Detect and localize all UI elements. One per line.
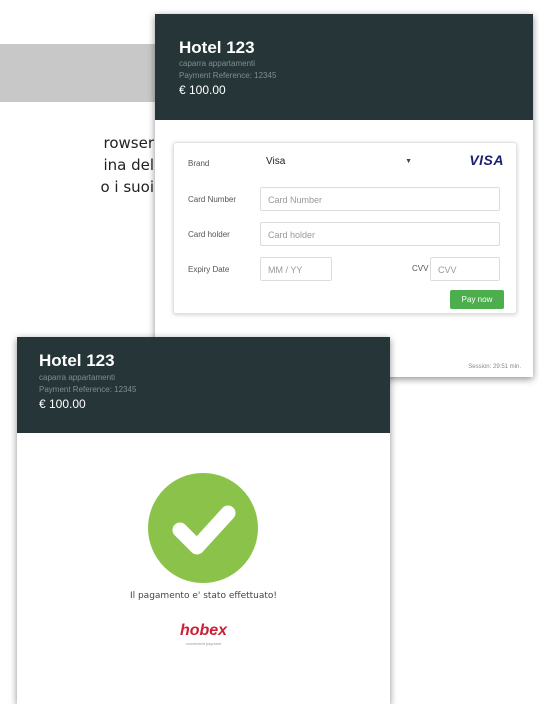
background-line: ina del bbox=[103, 156, 154, 174]
background-line: o i suoi bbox=[100, 178, 154, 196]
success-message: Il pagamento e' stato effettuato! bbox=[129, 591, 278, 601]
payment-description: caparra appartamenti bbox=[39, 373, 116, 382]
success-check-icon bbox=[148, 473, 258, 583]
hotel-name: Hotel 123 bbox=[39, 351, 115, 370]
brand-select[interactable]: Visa ▼ bbox=[260, 151, 420, 173]
expiry-input[interactable]: MM / YY bbox=[260, 257, 332, 281]
payment-description: caparra appartamenti bbox=[179, 59, 256, 68]
payment-form-screenshot: Hotel 123 caparra appartamenti Payment R… bbox=[155, 14, 533, 377]
hobex-logo: hobex convenient payment bbox=[17, 622, 390, 646]
dropdown-arrow-icon: ▼ bbox=[405, 158, 412, 165]
payment-amount: € 100.00 bbox=[39, 397, 86, 411]
session-timer: Session: 29:51 min. bbox=[468, 364, 521, 370]
card-number-label: Card Number bbox=[188, 195, 237, 204]
cvv-input[interactable]: CVV bbox=[430, 257, 500, 281]
success-header: Hotel 123 caparra appartamenti Payment R… bbox=[17, 337, 390, 433]
logo-tagline: convenient payment bbox=[185, 641, 222, 646]
background-text: rowser ina del o i suoi bbox=[0, 132, 154, 198]
hotel-name: Hotel 123 bbox=[179, 38, 255, 57]
card-number-input[interactable]: Card Number bbox=[260, 187, 500, 211]
payment-success-screenshot: Hotel 123 caparra appartamenti Payment R… bbox=[17, 337, 390, 704]
background-banner bbox=[0, 44, 170, 102]
brand-value: Visa bbox=[266, 156, 286, 167]
card-holder-input[interactable]: Card holder bbox=[260, 222, 500, 246]
cvv-label: CVV bbox=[412, 264, 429, 273]
payment-amount: € 100.00 bbox=[179, 83, 226, 97]
visa-logo: VISA bbox=[469, 152, 504, 168]
pay-now-button[interactable]: Pay now bbox=[450, 290, 504, 309]
payment-reference: Payment Reference: 12345 bbox=[179, 71, 277, 80]
card-form: Brand Visa ▼ VISA Card Number Card Numbe… bbox=[173, 142, 517, 314]
logo-text: hobex bbox=[179, 622, 228, 639]
payment-reference: Payment Reference: 12345 bbox=[39, 385, 137, 394]
card-holder-label: Card holder bbox=[188, 230, 230, 239]
brand-label: Brand bbox=[188, 159, 210, 168]
expiry-label: Expiry Date bbox=[188, 265, 230, 274]
payment-header: Hotel 123 caparra appartamenti Payment R… bbox=[155, 14, 533, 120]
background-line: rowser bbox=[103, 134, 155, 152]
checkmark-icon bbox=[172, 505, 236, 555]
